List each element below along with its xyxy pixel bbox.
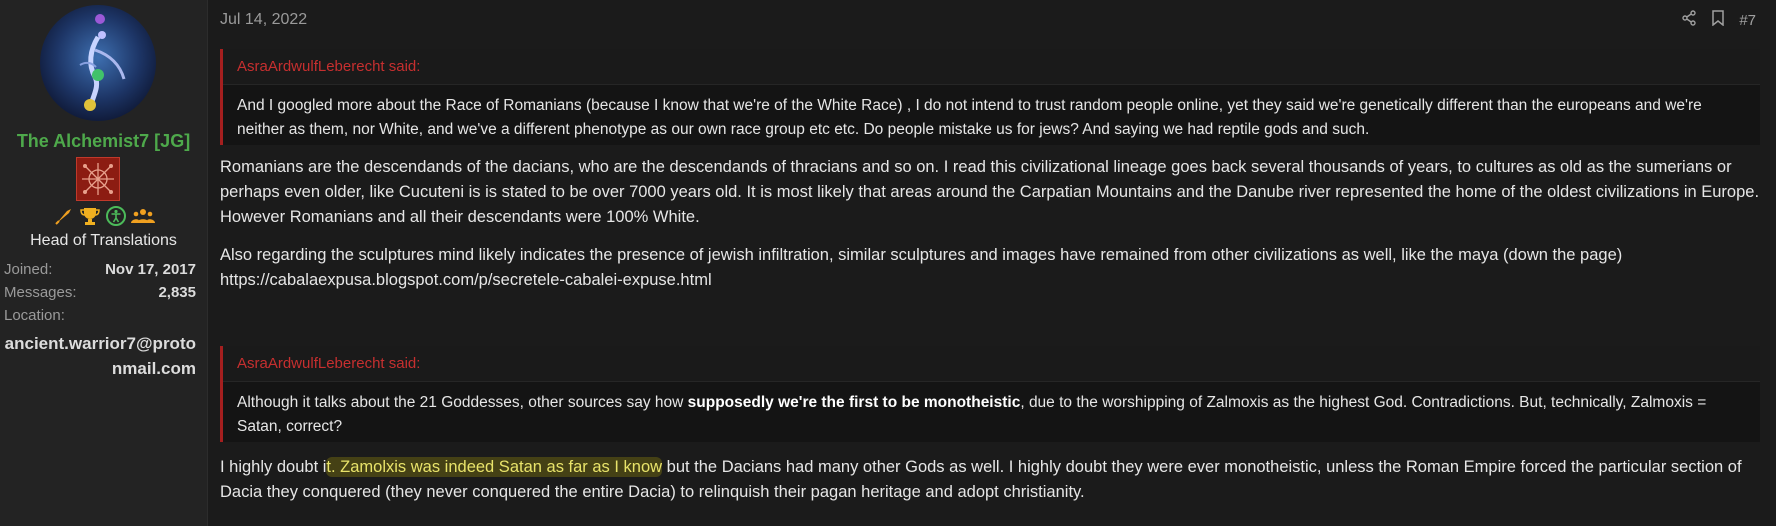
quote-text: And I googled more about the Race of Rom…	[237, 97, 1702, 138]
share-icon[interactable]	[1681, 10, 1697, 30]
quote-author[interactable]: AsraArdwulfLeberecht said:	[223, 49, 1760, 85]
joined-value: Nov 17, 2017	[105, 261, 196, 278]
quote-text: Although it talks about the 21 Goddesses…	[223, 382, 1760, 439]
post-date[interactable]: Jul 14, 2022	[220, 11, 307, 29]
quote-bold-text: supposedly we're the first to be monothe…	[687, 394, 1021, 411]
user-panel: The Alchemist7 [JG] Head of Translations…	[0, 0, 208, 526]
messages-value[interactable]: 2,835	[158, 281, 196, 304]
location-value[interactable]: ancient.warrior7@protonmail.com	[4, 331, 196, 381]
user-stats: Joined: Nov 17, 2017 Messages: 2,835 Loc…	[4, 258, 196, 327]
location-label: Location:	[4, 307, 65, 324]
location-row: Location:	[4, 304, 196, 327]
quote-block-2: AsraArdwulfLeberecht said: Although it t…	[220, 346, 1760, 442]
post-actions: #7	[1681, 10, 1756, 30]
quote-block-1: AsraArdwulfLeberecht said: And I googled…	[220, 49, 1760, 145]
award-icons	[48, 204, 158, 228]
messages-row: Messages: 2,835	[4, 281, 196, 304]
post-link[interactable]: https://cabalaexpusa.blogspot.com/p/secr…	[220, 271, 712, 289]
rank-badge-icon	[76, 157, 120, 201]
paragraph-text: Also regarding the sculptures mind likel…	[220, 246, 1623, 264]
bookmark-icon[interactable]	[1711, 10, 1725, 30]
forum-post: The Alchemist7 [JG] Head of Translations…	[0, 0, 1776, 526]
avatar[interactable]	[40, 5, 156, 121]
highlighted-text: t. Zamolxis was indeed Satan as far as I…	[326, 457, 663, 477]
post-paragraph: I highly doubt it. Zamolxis was indeed S…	[220, 455, 1760, 505]
post-paragraph: Also regarding the sculptures mind likel…	[220, 243, 1760, 293]
accessibility-award-icon[interactable]	[105, 205, 127, 227]
post-main: Jul 14, 2022 #7 AsraArdwulfLeberecht sai…	[208, 0, 1776, 526]
trophy-award-icon[interactable]	[79, 205, 101, 227]
username[interactable]: The Alchemist7 [JG]	[0, 131, 207, 152]
post-paragraph: Romanians are the descendands of the dac…	[220, 158, 1760, 226]
quill-award-icon[interactable]	[53, 205, 75, 227]
paragraph-text: I highly doubt i	[220, 458, 327, 476]
joined-row: Joined: Nov 17, 2017	[4, 258, 196, 281]
joined-label: Joined:	[4, 261, 53, 278]
quote-author[interactable]: AsraArdwulfLeberecht said:	[223, 346, 1760, 382]
quote-text-part: Although it talks about the 21 Goddesses…	[237, 394, 688, 411]
messages-label: Messages:	[4, 284, 77, 301]
post-number[interactable]: #7	[1739, 12, 1756, 29]
user-title: Head of Translations	[30, 232, 177, 249]
group-award-icon[interactable]	[131, 205, 155, 227]
